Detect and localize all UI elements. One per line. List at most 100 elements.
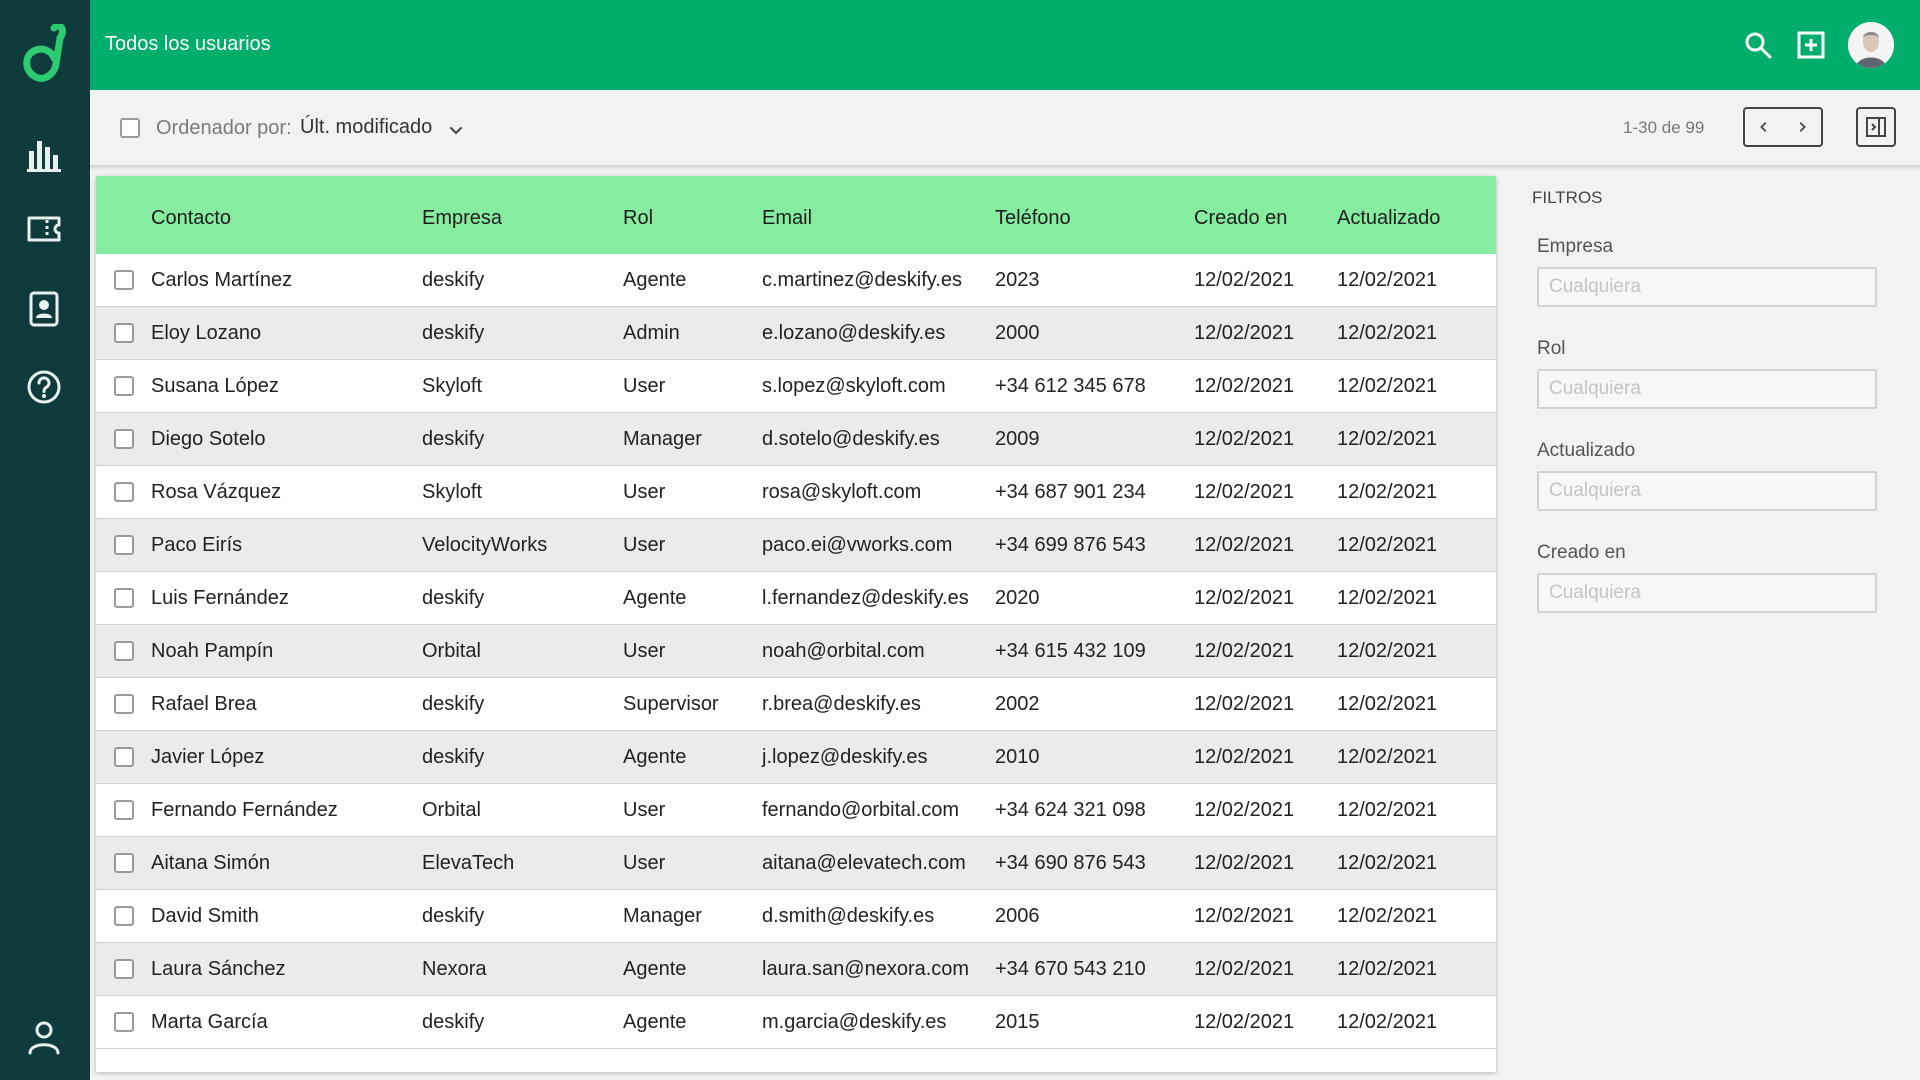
cell-updated: 12/02/2021 [1337,481,1438,503]
table-row[interactable]: Carlos Martínez deskify Agente c.martinez@d… [96,254,1496,307]
row-checkbox[interactable] [114,588,134,608]
cell-updated: 12/02/2021 [1337,534,1438,556]
add-new-icon[interactable] [1793,27,1829,63]
cell-phone: +34 612 345 678 [995,375,1146,397]
row-checkbox[interactable] [114,270,134,290]
row-checkbox[interactable] [114,323,134,343]
column-header-updated[interactable]: Actualizado [1337,207,1440,230]
row-checkbox[interactable] [114,906,134,926]
filters-panel: FILTROS Empresa Rol Actualizado Creado e… [1496,166,1920,1080]
search-icon[interactable] [1740,27,1776,63]
cell-contact[interactable]: Eloy Lozano [151,322,261,345]
cell-updated: 12/02/2021 [1337,905,1438,927]
cell-phone: 2006 [995,905,1040,927]
toggle-panel-icon[interactable] [1856,107,1896,147]
filter-role-input[interactable] [1537,369,1877,409]
cell-contact[interactable]: Luis Fernández [151,587,289,610]
cell-company: deskify [422,587,485,609]
deskify-logo-icon[interactable] [20,22,68,84]
table-row[interactable]: Diego Sotelo deskify Manager d.sotelo@deski… [96,413,1496,466]
list-toolbar: Ordenador por: Últ. modificado 1-30 de 9… [90,90,1920,166]
help-icon[interactable] [23,366,65,408]
row-checkbox[interactable] [114,429,134,449]
cell-contact[interactable]: Rosa Vázquez [151,481,281,504]
table-row[interactable]: Fernando Fernández Orbital User fernando@or… [96,784,1496,837]
table-row[interactable]: Aitana Simón ElevaTech User aitana@elevatec… [96,837,1496,890]
row-checkbox[interactable] [114,800,134,820]
cell-role: User [623,799,666,821]
page-range: 1-30 de 99 [1623,118,1705,137]
cell-contact[interactable]: Laura Sánchez [151,958,286,981]
select-all-checkbox[interactable] [120,118,140,138]
cell-contact[interactable]: Susana López [151,375,279,398]
table-row[interactable]: Rosa Vázquez Skyloft User rosa@skyloft.com +… [96,466,1496,519]
cell-contact[interactable]: Fernando Fernández [151,799,338,822]
cell-contact[interactable]: Noah Pampín [151,640,273,663]
sidebar [0,0,90,1080]
table-row[interactable]: Susana López Skyloft User s.lopez@skyloft.c… [96,360,1496,413]
table-row[interactable]: Javier López deskify Agente j.lopez@deskify… [96,731,1496,784]
cell-phone: 2010 [995,746,1040,768]
cell-updated: 12/02/2021 [1337,693,1438,715]
filter-created-input[interactable] [1537,573,1877,613]
cell-contact[interactable]: David Smith [151,905,259,928]
table-row[interactable]: Laura Sánchez Nexora Agente laura.san@nexor… [96,943,1496,996]
filter-company-input[interactable] [1537,267,1877,307]
column-header-role[interactable]: Rol [623,207,653,230]
cell-email: noah@orbital.com [762,640,925,662]
row-checkbox[interactable] [114,641,134,661]
table-row[interactable]: David Smith deskify Manager d.smith@deskify… [96,890,1496,943]
column-header-contact[interactable]: Contacto [151,207,231,230]
user-profile-icon[interactable] [23,1016,65,1058]
cell-contact[interactable]: Aitana Simón [151,852,270,875]
chevron-right-icon[interactable] [1783,109,1821,145]
cell-contact[interactable]: Carlos Martínez [151,269,292,292]
column-header-company[interactable]: Empresa [422,207,502,230]
table-row[interactable]: Marta García deskify Agente m.garcia@deskif… [96,996,1496,1049]
cell-created: 12/02/2021 [1194,269,1295,291]
row-checkbox[interactable] [114,535,134,555]
column-header-email[interactable]: Email [762,207,812,230]
cell-role: User [623,375,666,397]
cell-email: d.sotelo@deskify.es [762,428,940,450]
cell-created: 12/02/2021 [1194,799,1295,821]
filter-updated-input[interactable] [1537,471,1877,511]
bar-chart-icon[interactable] [23,133,65,175]
avatar[interactable] [1848,22,1894,68]
cell-phone: +34 687 901 234 [995,481,1146,503]
table-row[interactable]: Rafael Brea deskify Supervisor r.brea@deski… [96,678,1496,731]
cell-contact[interactable]: Javier López [151,746,264,769]
row-checkbox[interactable] [114,747,134,767]
cell-contact[interactable]: Rafael Brea [151,693,257,716]
row-checkbox[interactable] [114,959,134,979]
ticket-icon[interactable] [23,208,65,250]
contact-card-icon[interactable] [23,288,65,330]
cell-company: Nexora [422,958,487,980]
cell-company: ElevaTech [422,852,515,874]
pagination [1743,107,1823,147]
column-header-phone[interactable]: Teléfono [995,207,1071,230]
cell-created: 12/02/2021 [1194,640,1295,662]
cell-company: deskify [422,693,485,715]
table-row[interactable]: Paco Eirís VelocityWorks User paco.ei@vwork… [96,519,1496,572]
cell-contact[interactable]: Paco Eirís [151,534,242,557]
row-checkbox[interactable] [114,1012,134,1032]
table-row[interactable]: Eloy Lozano deskify Admin e.lozano@deskify.… [96,307,1496,360]
filter-label-updated: Actualizado [1537,440,1636,461]
cell-created: 12/02/2021 [1194,1011,1295,1033]
cell-contact[interactable]: Diego Sotelo [151,428,266,451]
sort-dropdown[interactable]: Últ. modificado [300,116,432,139]
table-row[interactable]: Luis Fernández deskify Agente l.fernandez@d… [96,572,1496,625]
row-checkbox[interactable] [114,694,134,714]
cell-email: m.garcia@deskify.es [762,1011,947,1033]
row-checkbox[interactable] [114,376,134,396]
column-header-created[interactable]: Creado en [1194,207,1287,230]
cell-phone: +34 699 876 543 [995,534,1146,556]
row-checkbox[interactable] [114,482,134,502]
chevron-left-icon[interactable] [1745,109,1783,145]
chevron-down-icon[interactable] [446,120,466,140]
cell-contact[interactable]: Marta García [151,1011,268,1034]
row-checkbox[interactable] [114,853,134,873]
cell-updated: 12/02/2021 [1337,799,1438,821]
table-row[interactable]: Noah Pampín Orbital User noah@orbital.com +3… [96,625,1496,678]
